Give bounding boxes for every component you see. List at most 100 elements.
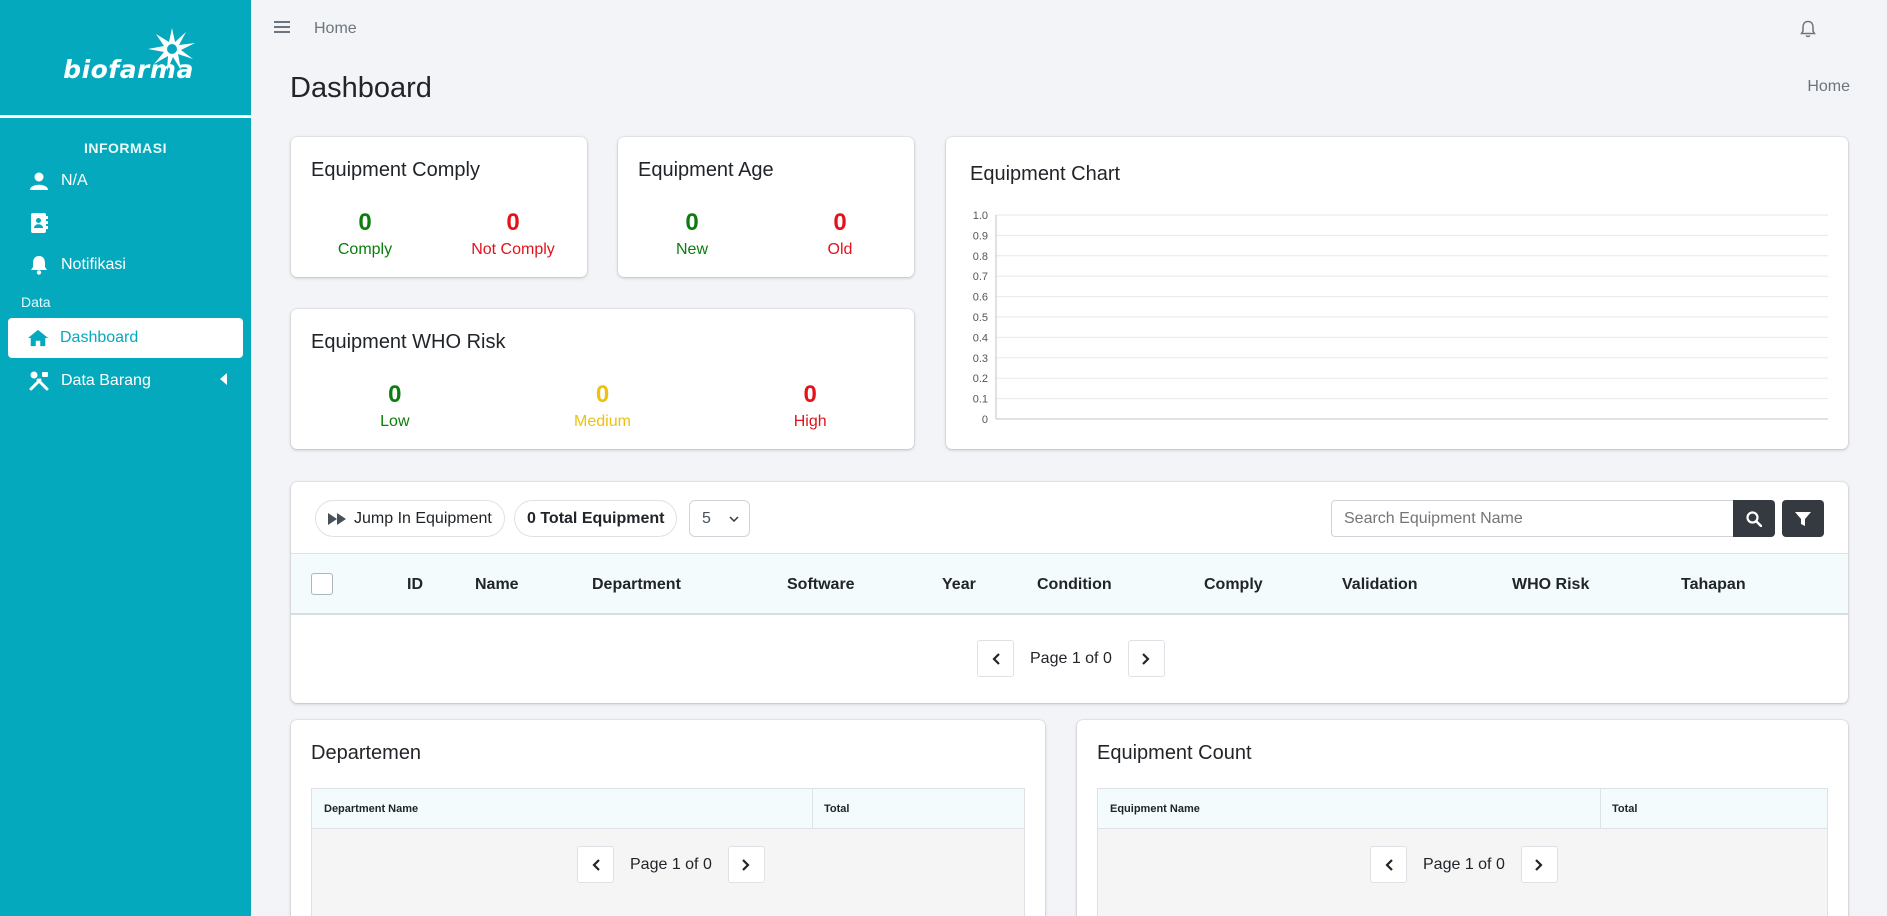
y-tick-label: 0 — [982, 414, 988, 426]
card-equipment-chart: Equipment Chart 0 0.1 0.2 0.3 0.4 0.5 0.6 0.7 0.… — [946, 137, 1848, 449]
y-tick-label: 0.7 — [973, 271, 988, 283]
page-indicator: Page 1 of 0 — [1030, 649, 1112, 667]
notification-bell-icon[interactable] — [1800, 20, 1816, 43]
equipment-table-header: ID Name Department Software Year Conditi… — [291, 553, 1848, 615]
page-title: Dashboard — [290, 72, 432, 104]
stat-new: 0 New — [675, 209, 708, 258]
prev-page-button[interactable] — [1370, 846, 1407, 883]
col-id[interactable]: ID — [407, 576, 423, 594]
group-label-data: Data — [21, 294, 51, 310]
logo[interactable]: biofarma — [0, 0, 251, 118]
y-tick-label: 0.3 — [973, 353, 988, 365]
page-indicator: Page 1 of 0 — [630, 855, 712, 873]
bell-icon — [29, 255, 49, 275]
equipment-pager: Page 1 of 0 — [977, 640, 1165, 677]
sidebar-item-contact[interactable] — [0, 202, 251, 244]
chevron-left-icon — [991, 652, 1000, 665]
chevron-right-icon — [1535, 858, 1543, 871]
equipment-chart: 0 0.1 0.2 0.3 0.4 0.5 0.6 0.7 0.8 0.9 1.0 — [973, 210, 1828, 426]
stat-old: 0 Old — [827, 209, 853, 258]
y-tick-label: 0.4 — [973, 332, 988, 344]
search-button[interactable] — [1733, 500, 1775, 537]
col-condition[interactable]: Condition — [1037, 576, 1112, 594]
equipment-count-table-body: Page 1 of 0 — [1097, 829, 1828, 916]
y-tick-label: 1.0 — [973, 210, 988, 222]
page-size-select[interactable]: 5 — [689, 500, 750, 537]
y-tick-label: 0.8 — [973, 251, 988, 263]
card-equipment-who-risk: Equipment WHO Risk 0 Low 0 Medium 0 High — [291, 309, 914, 449]
stat-low: 0 Low — [380, 381, 410, 430]
card-equipment-age: Equipment Age 0 New 0 Old — [618, 137, 914, 277]
hamburger-menu-icon[interactable] — [274, 20, 294, 39]
col-total[interactable]: Total — [1612, 803, 1637, 815]
card-title: Equipment Count — [1097, 742, 1252, 764]
user-icon — [29, 171, 49, 191]
col-department-name[interactable]: Department Name — [324, 803, 418, 815]
next-page-button[interactable] — [1520, 846, 1558, 883]
caret-left-icon[interactable] — [220, 372, 227, 390]
y-tick-label: 0.6 — [973, 292, 988, 304]
card-title: Equipment Age — [638, 159, 774, 181]
user-name: N/A — [61, 172, 88, 189]
card-title: Equipment WHO Risk — [311, 331, 506, 353]
card-equipment-comply: Equipment Comply 0 Comply 0 Not Comply — [291, 137, 587, 277]
dashboard-label: Dashboard — [60, 329, 139, 346]
topbar: Home — [251, 0, 1887, 58]
sidebar-item-data-barang[interactable]: Data Barang — [0, 360, 251, 402]
equipment-count-table-header: Equipment Name Total — [1097, 788, 1828, 829]
sidebar-item-user[interactable]: N/A — [0, 160, 251, 202]
next-page-button[interactable] — [1127, 640, 1165, 677]
sidebar-item-notifikasi[interactable]: Notifikasi — [0, 244, 251, 286]
chevron-right-icon — [742, 858, 750, 871]
section-title-informasi: INFORMASI — [83, 140, 168, 156]
breadcrumb[interactable]: Home — [1807, 78, 1850, 96]
sidebar: biofarma INFORMASI N/A Notifikasi Data D… — [0, 0, 251, 916]
card-equipment-count: Equipment Count Equipment Name Total Pag… — [1077, 720, 1848, 916]
col-comply[interactable]: Comply — [1204, 576, 1263, 594]
col-equipment-name[interactable]: Equipment Name — [1110, 803, 1200, 815]
chevron-left-icon — [591, 858, 600, 871]
col-department[interactable]: Department — [592, 576, 681, 594]
y-tick-label: 0.9 — [973, 230, 988, 242]
y-tick-label: 0.1 — [973, 394, 988, 406]
card-title: Equipment Comply — [311, 159, 480, 181]
col-total[interactable]: Total — [824, 803, 849, 815]
col-tahapan[interactable]: Tahapan — [1681, 576, 1746, 594]
stat-medium: 0 Medium — [574, 381, 631, 430]
sidebar-item-dashboard[interactable]: Dashboard — [8, 318, 243, 358]
jump-in-equipment-button[interactable]: Jump In Equipment — [315, 500, 505, 537]
search-input[interactable] — [1331, 500, 1734, 537]
address-book-icon — [29, 213, 49, 233]
top-home-link[interactable]: Home — [314, 20, 357, 38]
filter-button[interactable] — [1782, 500, 1824, 537]
logo-star-icon — [148, 28, 195, 71]
page-indicator: Page 1 of 0 — [1423, 855, 1505, 873]
card-equipment-table: Jump In Equipment 0 Total Equipment 5 ID… — [291, 482, 1848, 703]
home-icon — [28, 328, 48, 348]
equipment-count-pager: Page 1 of 0 — [1370, 846, 1558, 883]
card-departemen: Departemen Department Name Total Page 1 … — [291, 720, 1045, 916]
prev-page-button[interactable] — [977, 640, 1014, 677]
chevron-right-icon — [1142, 652, 1150, 665]
col-validation[interactable]: Validation — [1342, 576, 1418, 594]
departemen-table-body: Page 1 of 0 — [311, 829, 1025, 916]
chevron-left-icon — [1384, 858, 1393, 871]
data-barang-label: Data Barang — [61, 372, 151, 389]
total-equipment-badge: 0 Total Equipment — [514, 500, 678, 537]
chevron-down-icon — [729, 515, 739, 522]
prev-page-button[interactable] — [577, 846, 614, 883]
fast-forward-icon — [328, 512, 346, 525]
col-year[interactable]: Year — [942, 576, 976, 594]
y-tick-label: 0.2 — [973, 373, 988, 385]
col-software[interactable]: Software — [787, 576, 855, 594]
stat-high: 0 High — [793, 381, 827, 430]
next-page-button[interactable] — [727, 846, 765, 883]
filter-icon — [1795, 511, 1811, 526]
card-title: Departemen — [311, 742, 422, 764]
col-name[interactable]: Name — [475, 576, 519, 594]
stat-not-comply: 0 Not Comply — [471, 209, 555, 258]
tools-icon — [29, 371, 49, 391]
departemen-table-header: Department Name Total — [311, 788, 1025, 829]
select-all-checkbox[interactable] — [311, 573, 333, 595]
col-who-risk[interactable]: WHO Risk — [1512, 576, 1589, 594]
